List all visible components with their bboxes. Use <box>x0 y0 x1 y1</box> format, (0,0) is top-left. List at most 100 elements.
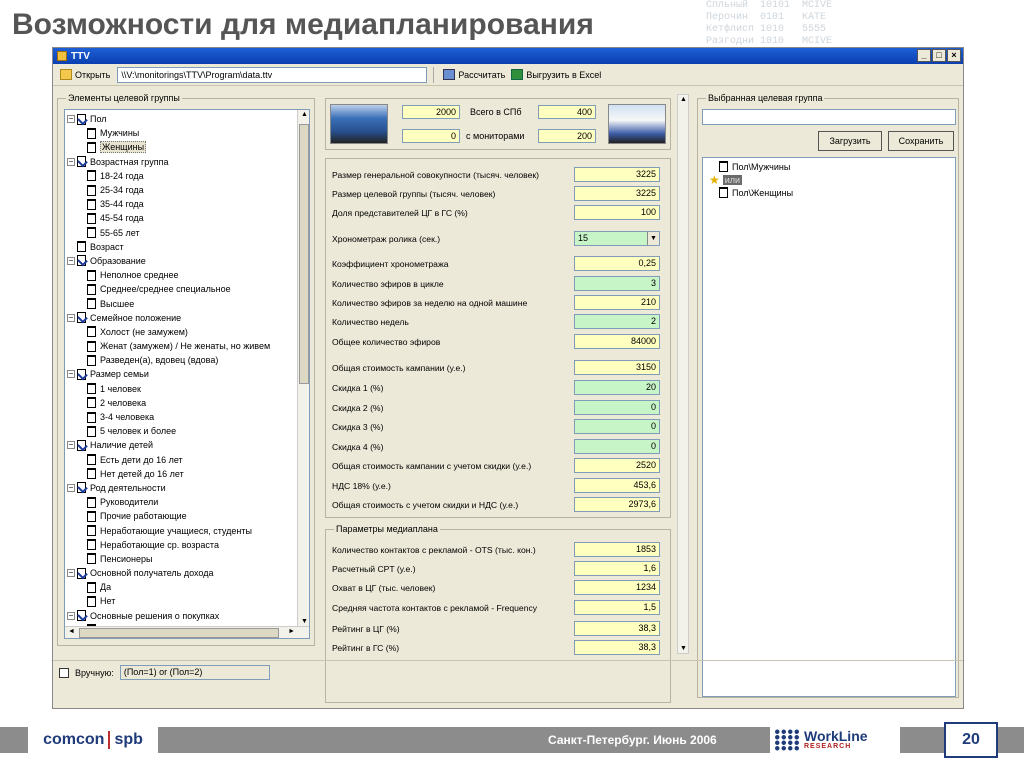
param-value-field[interactable]: 0 <box>574 419 660 434</box>
param-value-field[interactable]: 0 <box>574 400 660 415</box>
app-window: TTV _ □ × Открыть \\V:\monitorings\TTV\P… <box>52 47 964 709</box>
param-value-field[interactable]: 20 <box>574 380 660 395</box>
tree-item[interactable]: − Возрастная группа <box>67 155 309 169</box>
tree-item[interactable]: Прочие работающие <box>67 509 309 523</box>
param-value-field[interactable]: 2973,6 <box>574 497 660 512</box>
tree-item[interactable]: 18-24 года <box>67 169 309 183</box>
selected-group-item[interactable]: Пол\Мужчины <box>705 160 953 173</box>
mediaplan-value-field[interactable]: 1234 <box>574 580 660 595</box>
close-button[interactable]: × <box>947 49 961 62</box>
tree-scroll-thumb[interactable] <box>299 124 309 384</box>
group-name-input[interactable] <box>702 109 956 125</box>
param-value-field[interactable]: 3 <box>574 276 660 291</box>
van-monitor-field[interactable]: 0 <box>402 129 460 143</box>
open-button[interactable]: Открыть <box>57 69 113 80</box>
collapse-toggle-icon[interactable]: − <box>67 611 75 620</box>
tree-item[interactable]: Женат (замужем) / Не женаты, но живем <box>67 339 309 353</box>
chevron-down-icon[interactable]: ▼ <box>647 232 659 245</box>
parameters-scrollbar[interactable]: ▲ ▼ <box>677 94 689 654</box>
tree-item[interactable]: 2 человека <box>67 396 309 410</box>
monitors-field[interactable]: 200 <box>538 129 596 143</box>
param-value-field[interactable]: 100 <box>574 205 660 220</box>
collapse-toggle-icon[interactable]: − <box>67 157 75 166</box>
mediaplan-value-field[interactable]: 38,3 <box>574 621 660 636</box>
tree-item[interactable]: Возраст <box>67 240 309 254</box>
file-path-field[interactable]: \\V:\monitorings\TTV\Program\data.ttv <box>117 66 428 83</box>
tree-item[interactable]: − Род деятельности <box>67 481 309 495</box>
tree-vertical-scrollbar[interactable]: ▲ ▼ <box>297 110 309 638</box>
chronometry-select[interactable]: 15 ▼ <box>574 231 660 246</box>
tree-item[interactable]: − Пол <box>67 112 309 126</box>
collapse-toggle-icon[interactable]: − <box>67 115 75 124</box>
param-value-field[interactable]: 3225 <box>574 167 660 182</box>
selected-group-item[interactable]: ★ или <box>705 173 953 186</box>
load-button[interactable]: Загрузить <box>818 131 882 151</box>
tree-item[interactable]: 35-44 года <box>67 197 309 211</box>
tree-item[interactable]: Нет детей до 16 лет <box>67 467 309 481</box>
tree-item[interactable]: Есть дети до 16 лет <box>67 453 309 467</box>
mediaplan-value-field[interactable]: 1853 <box>574 542 660 557</box>
tree-item[interactable]: 3-4 человека <box>67 410 309 424</box>
maximize-button[interactable]: □ <box>932 49 946 62</box>
collapse-toggle-icon[interactable]: − <box>67 483 75 492</box>
mediaplan-value-field[interactable]: 38,3 <box>574 640 660 655</box>
manual-checkbox[interactable] <box>59 667 69 678</box>
tree-hscroll-thumb[interactable] <box>79 628 279 638</box>
collapse-toggle-icon[interactable]: − <box>67 441 75 450</box>
collapse-toggle-icon[interactable]: − <box>67 313 75 322</box>
tree-item[interactable]: Да <box>67 580 309 594</box>
van-count-field[interactable]: 2000 <box>402 105 460 119</box>
tree-item[interactable]: 55-65 лет <box>67 226 309 240</box>
tree-item[interactable]: Мужчины <box>67 126 309 140</box>
calculate-button[interactable]: Рассчитать <box>440 69 508 80</box>
param-value-field[interactable]: 3225 <box>574 186 660 201</box>
tree-item[interactable]: − Размер семьи <box>67 367 309 381</box>
param-value-field[interactable]: 3150 <box>574 360 660 375</box>
param-value-field[interactable]: 2520 <box>574 458 660 473</box>
collapse-toggle-icon[interactable]: − <box>67 256 75 265</box>
tree-item[interactable]: Неполное среднее <box>67 268 309 282</box>
tree-item[interactable]: − Образование <box>67 254 309 268</box>
tree-item[interactable]: 25-34 года <box>67 183 309 197</box>
tree-item[interactable]: Руководители <box>67 495 309 509</box>
document-icon <box>87 383 96 395</box>
tree-item[interactable]: Разведен(а), вдовец (вдова) <box>67 353 309 367</box>
mediaplan-value-field[interactable]: 1,6 <box>574 561 660 576</box>
save-button[interactable]: Сохранить <box>888 131 954 151</box>
tree-item[interactable]: 5 человек и более <box>67 424 309 438</box>
toolbar: Открыть \\V:\monitorings\TTV\Program\dat… <box>53 64 963 86</box>
document-icon <box>77 241 86 253</box>
minimize-button[interactable]: _ <box>917 49 931 62</box>
tree-item[interactable]: Высшее <box>67 296 309 310</box>
param-value-field[interactable]: 0,25 <box>574 256 660 271</box>
param-value-field[interactable]: 84000 <box>574 334 660 349</box>
tree-item[interactable]: Неработающие учащиеся, студенты <box>67 523 309 537</box>
param-value-field[interactable]: 210 <box>574 295 660 310</box>
tree-item[interactable]: Пенсионеры <box>67 552 309 566</box>
tree-item[interactable]: Холост (не замужем) <box>67 325 309 339</box>
filter-formula-field[interactable]: (Пол=1) or (Пол=2) <box>119 665 270 680</box>
tree-item[interactable]: 45-54 года <box>67 211 309 225</box>
param-value-field[interactable]: 2 <box>574 314 660 329</box>
selected-group-item[interactable]: Пол\Женщины <box>705 186 953 199</box>
tree-item[interactable]: − Семейное положение <box>67 311 309 325</box>
selected-group-list[interactable]: Пол\Мужчины ★ или Пол\Женщины <box>702 157 956 697</box>
target-elements-tree[interactable]: − Пол Мужчины Женщины − Возрастная группа 18-2… <box>64 109 310 639</box>
tree-item[interactable]: − Наличие детей <box>67 438 309 452</box>
total-spb-field[interactable]: 400 <box>538 105 596 119</box>
tree-item[interactable]: Женщины <box>67 140 309 154</box>
tree-item[interactable]: Неработающие ср. возраста <box>67 538 309 552</box>
param-value-field[interactable]: 0 <box>574 439 660 454</box>
export-excel-button[interactable]: Выгрузить в Excel <box>508 69 604 80</box>
collapse-toggle-icon[interactable]: − <box>67 370 75 379</box>
collapse-toggle-icon[interactable]: − <box>67 569 75 578</box>
tree-item[interactable]: 1 человек <box>67 382 309 396</box>
tree-item[interactable]: − Основные решения о покупках <box>67 609 309 623</box>
tree-horizontal-scrollbar[interactable]: ◄ ► <box>65 626 309 638</box>
param-value-field[interactable]: 453,6 <box>574 478 660 493</box>
tree-item[interactable]: Нет <box>67 594 309 608</box>
tree-item[interactable]: Среднее/среднее специальное <box>67 282 309 296</box>
app-icon <box>57 51 67 61</box>
mediaplan-value-field[interactable]: 1,5 <box>574 600 660 615</box>
tree-item[interactable]: − Основной получатель дохода <box>67 566 309 580</box>
